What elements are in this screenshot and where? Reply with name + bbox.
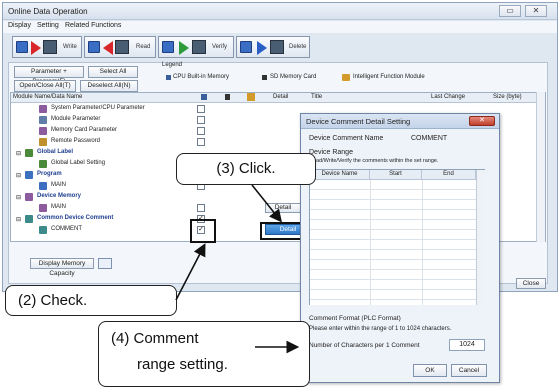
arrow-to-detail <box>251 184 282 223</box>
arrow-to-checkbox <box>175 243 206 301</box>
callout-arrows <box>175 184 300 354</box>
